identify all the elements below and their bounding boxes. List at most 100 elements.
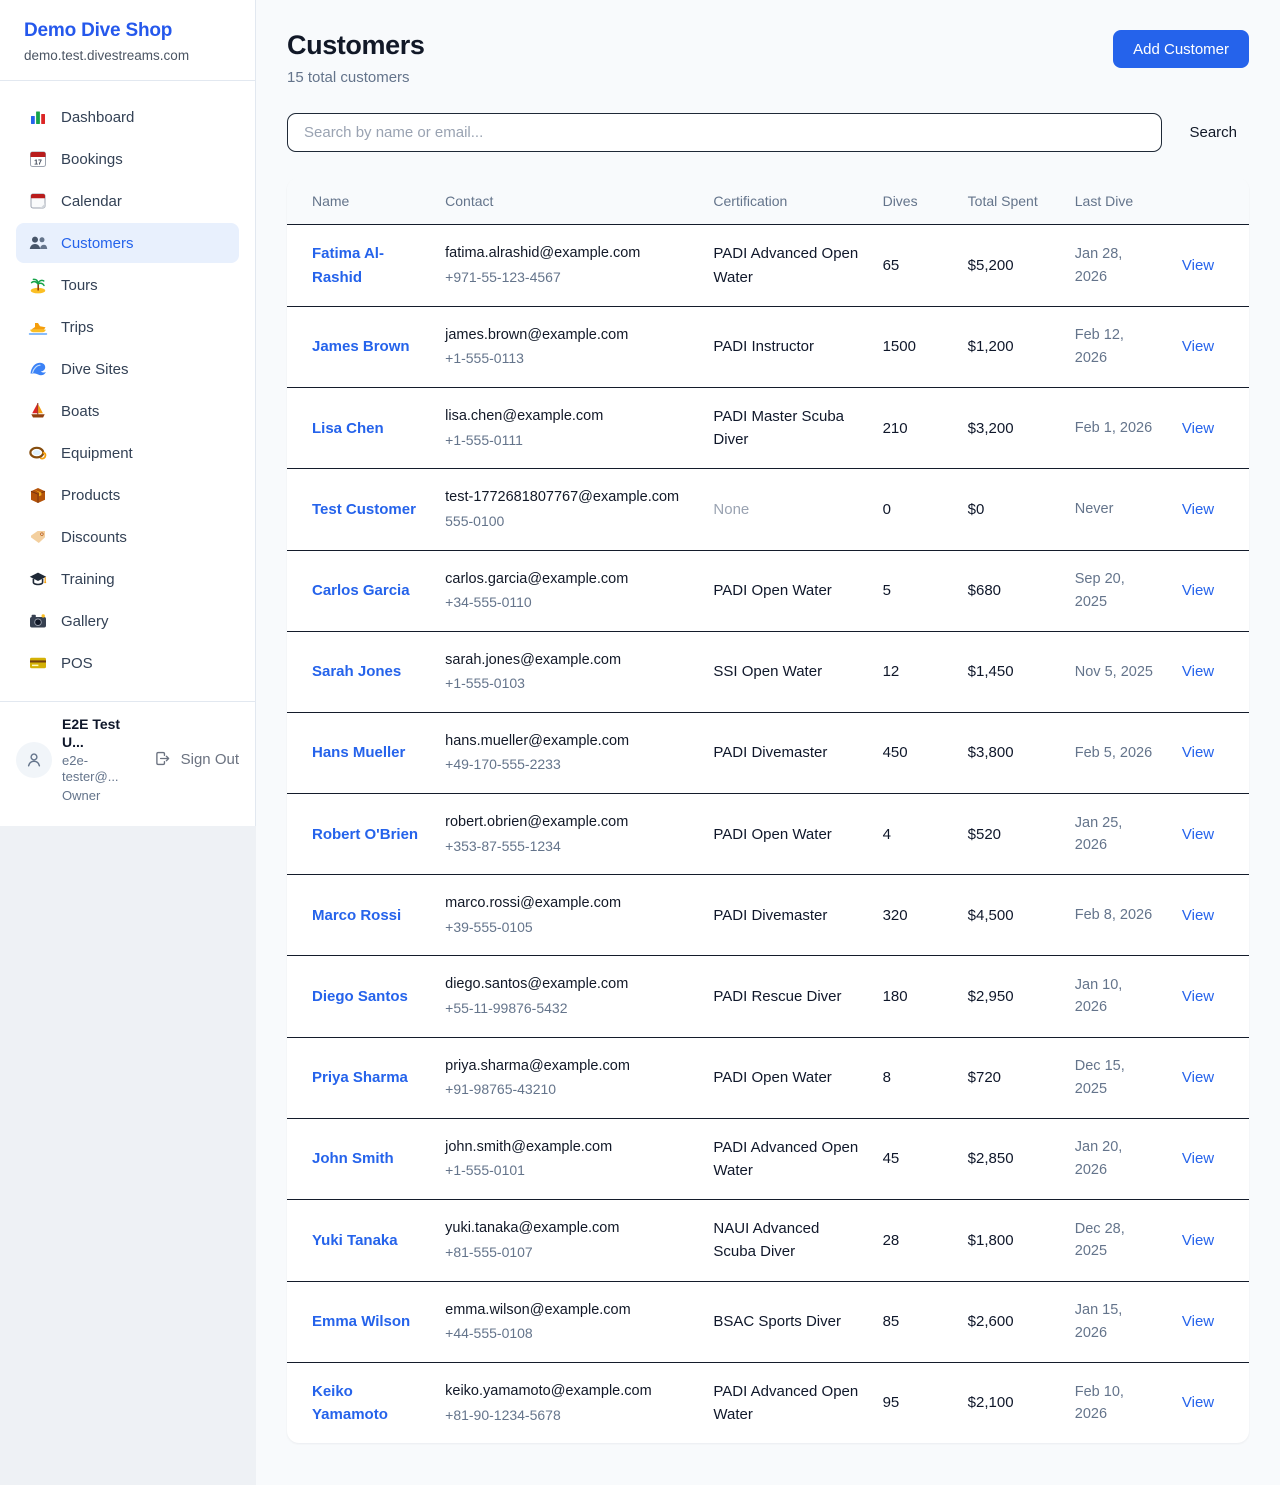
sidebar-item-pos[interactable]: POS [16, 643, 239, 683]
sidebar-item-dive-sites[interactable]: Dive Sites [16, 349, 239, 389]
table-row: Diego Santosdiego.santos@example.com+55-… [287, 956, 1249, 1037]
view-link[interactable]: View [1182, 257, 1214, 274]
customer-last-dive: Jan 10, 2026 [1063, 956, 1170, 1037]
customer-last-dive: Feb 1, 2026 [1063, 387, 1170, 469]
people-icon [28, 233, 48, 253]
view-link[interactable]: View [1182, 420, 1214, 437]
search-button[interactable]: Search [1189, 124, 1237, 141]
customer-phone: +81-555-0107 [445, 1242, 689, 1264]
sidebar-item-bookings[interactable]: 17 Bookings [16, 139, 239, 179]
customer-certification: PADI Rescue Diver [701, 956, 870, 1037]
customer-email: james.brown@example.com [445, 324, 689, 346]
customer-dives: 85 [871, 1281, 956, 1362]
customer-certification: PADI Divemaster [701, 875, 870, 956]
customer-last-dive: Nov 5, 2025 [1063, 631, 1170, 712]
island-icon [28, 275, 48, 295]
view-link[interactable]: View [1182, 501, 1214, 518]
customer-phone: +81-90-1234-5678 [445, 1405, 689, 1427]
sidebar-item-trips[interactable]: Trips [16, 307, 239, 347]
column-header: Last Dive [1063, 178, 1170, 225]
sidebar-item-discounts[interactable]: Discounts [16, 517, 239, 557]
customer-email: keiko.yamamoto@example.com [445, 1380, 689, 1402]
sign-out-icon [154, 750, 174, 770]
sidebar-item-gallery[interactable]: Gallery [16, 601, 239, 641]
column-header [1170, 178, 1249, 225]
sidebar-item-label: Dashboard [61, 109, 134, 126]
table-row: John Smithjohn.smith@example.com+1-555-0… [287, 1118, 1249, 1200]
sailboat-icon [28, 401, 48, 421]
customer-total-spent: $520 [956, 794, 1063, 875]
sidebar-item-label: Gallery [61, 613, 109, 630]
customer-dives: 450 [871, 712, 956, 793]
customer-name-link[interactable]: James Brown [312, 338, 410, 355]
table-row: Priya Sharmapriya.sharma@example.com+91-… [287, 1037, 1249, 1118]
view-link[interactable]: View [1182, 1069, 1214, 1086]
customer-name-link[interactable]: Emma Wilson [312, 1313, 410, 1330]
view-link[interactable]: View [1182, 826, 1214, 843]
svg-text:17: 17 [34, 160, 42, 167]
shop-subdomain: demo.test.divestreams.com [24, 48, 231, 63]
customer-name-link[interactable]: Marco Rossi [312, 907, 401, 924]
sidebar-item-training[interactable]: Training [16, 559, 239, 599]
customer-name-link[interactable]: Hans Mueller [312, 744, 405, 761]
customer-last-dive: Jan 20, 2026 [1063, 1118, 1170, 1200]
view-link[interactable]: View [1182, 744, 1214, 761]
customer-certification: PADI Open Water [701, 794, 870, 875]
view-link[interactable]: View [1182, 582, 1214, 599]
customer-phone: 555-0100 [445, 511, 689, 533]
page-header-text: Customers 15 total customers [287, 30, 424, 86]
customer-total-spent: $2,100 [956, 1362, 1063, 1443]
customer-last-dive: Never [1063, 469, 1170, 550]
customer-name-link[interactable]: Robert O'Brien [312, 826, 418, 843]
view-link[interactable]: View [1182, 1232, 1214, 1249]
customer-total-spent: $4,500 [956, 875, 1063, 956]
view-link[interactable]: View [1182, 907, 1214, 924]
customer-name-link[interactable]: Keiko Yamamoto [312, 1383, 388, 1423]
customer-phone: +1-555-0103 [445, 673, 689, 695]
sidebar-item-customers[interactable]: Customers [16, 223, 239, 263]
column-header: Contact [433, 178, 701, 225]
sidebar-item-calendar[interactable]: Calendar [16, 181, 239, 221]
customer-certification: PADI Advanced Open Water [701, 225, 870, 307]
view-link[interactable]: View [1182, 663, 1214, 680]
sidebar-item-boats[interactable]: Boats [16, 391, 239, 431]
customer-certification: NAUI Advanced Scuba Diver [701, 1200, 870, 1282]
search-input[interactable] [287, 113, 1162, 152]
sidebar-item-label: Bookings [61, 151, 123, 168]
sidebar-item-products[interactable]: Products [16, 475, 239, 515]
customer-name-link[interactable]: Yuki Tanaka [312, 1232, 398, 1249]
customer-name-link[interactable]: Lisa Chen [312, 420, 384, 437]
customer-name-link[interactable]: Diego Santos [312, 988, 408, 1005]
customer-total-spent: $680 [956, 550, 1063, 631]
customer-name-link[interactable]: Test Customer [312, 501, 416, 518]
customer-name-link[interactable]: Sarah Jones [312, 663, 401, 680]
sign-out-button[interactable]: Sign Out [154, 750, 239, 770]
sidebar-user-footer: E2E Test U... e2e-tester@... Owner Sign … [0, 701, 255, 826]
sidebar-item-dashboard[interactable]: Dashboard [16, 97, 239, 137]
sidebar-item-tours[interactable]: Tours [16, 265, 239, 305]
view-link[interactable]: View [1182, 1313, 1214, 1330]
customer-name-link[interactable]: Fatima Al-Rashid [312, 245, 384, 285]
customer-last-dive: Jan 28, 2026 [1063, 225, 1170, 307]
customer-last-dive: Jan 25, 2026 [1063, 794, 1170, 875]
customer-certification: None [701, 469, 870, 550]
add-customer-button[interactable]: Add Customer [1113, 30, 1249, 68]
sidebar-item-equipment[interactable]: Equipment [16, 433, 239, 473]
camera-icon [28, 611, 48, 631]
view-link[interactable]: View [1182, 1394, 1214, 1411]
page-header: Customers 15 total customers Add Custome… [287, 30, 1249, 86]
view-link[interactable]: View [1182, 338, 1214, 355]
column-header: Name [287, 178, 433, 225]
customer-last-dive: Dec 28, 2025 [1063, 1200, 1170, 1282]
customer-total-spent: $1,200 [956, 306, 1063, 387]
customer-name-link[interactable]: Priya Sharma [312, 1069, 408, 1086]
view-link[interactable]: View [1182, 1150, 1214, 1167]
customer-certification: PADI Advanced Open Water [701, 1118, 870, 1200]
customer-name-link[interactable]: Carlos Garcia [312, 582, 410, 599]
sidebar-item-label: Products [61, 487, 120, 504]
view-link[interactable]: View [1182, 988, 1214, 1005]
customer-email: john.smith@example.com [445, 1136, 689, 1158]
customer-total-spent: $1,450 [956, 631, 1063, 712]
customer-name-link[interactable]: John Smith [312, 1150, 394, 1167]
speedboat-icon [28, 317, 48, 337]
